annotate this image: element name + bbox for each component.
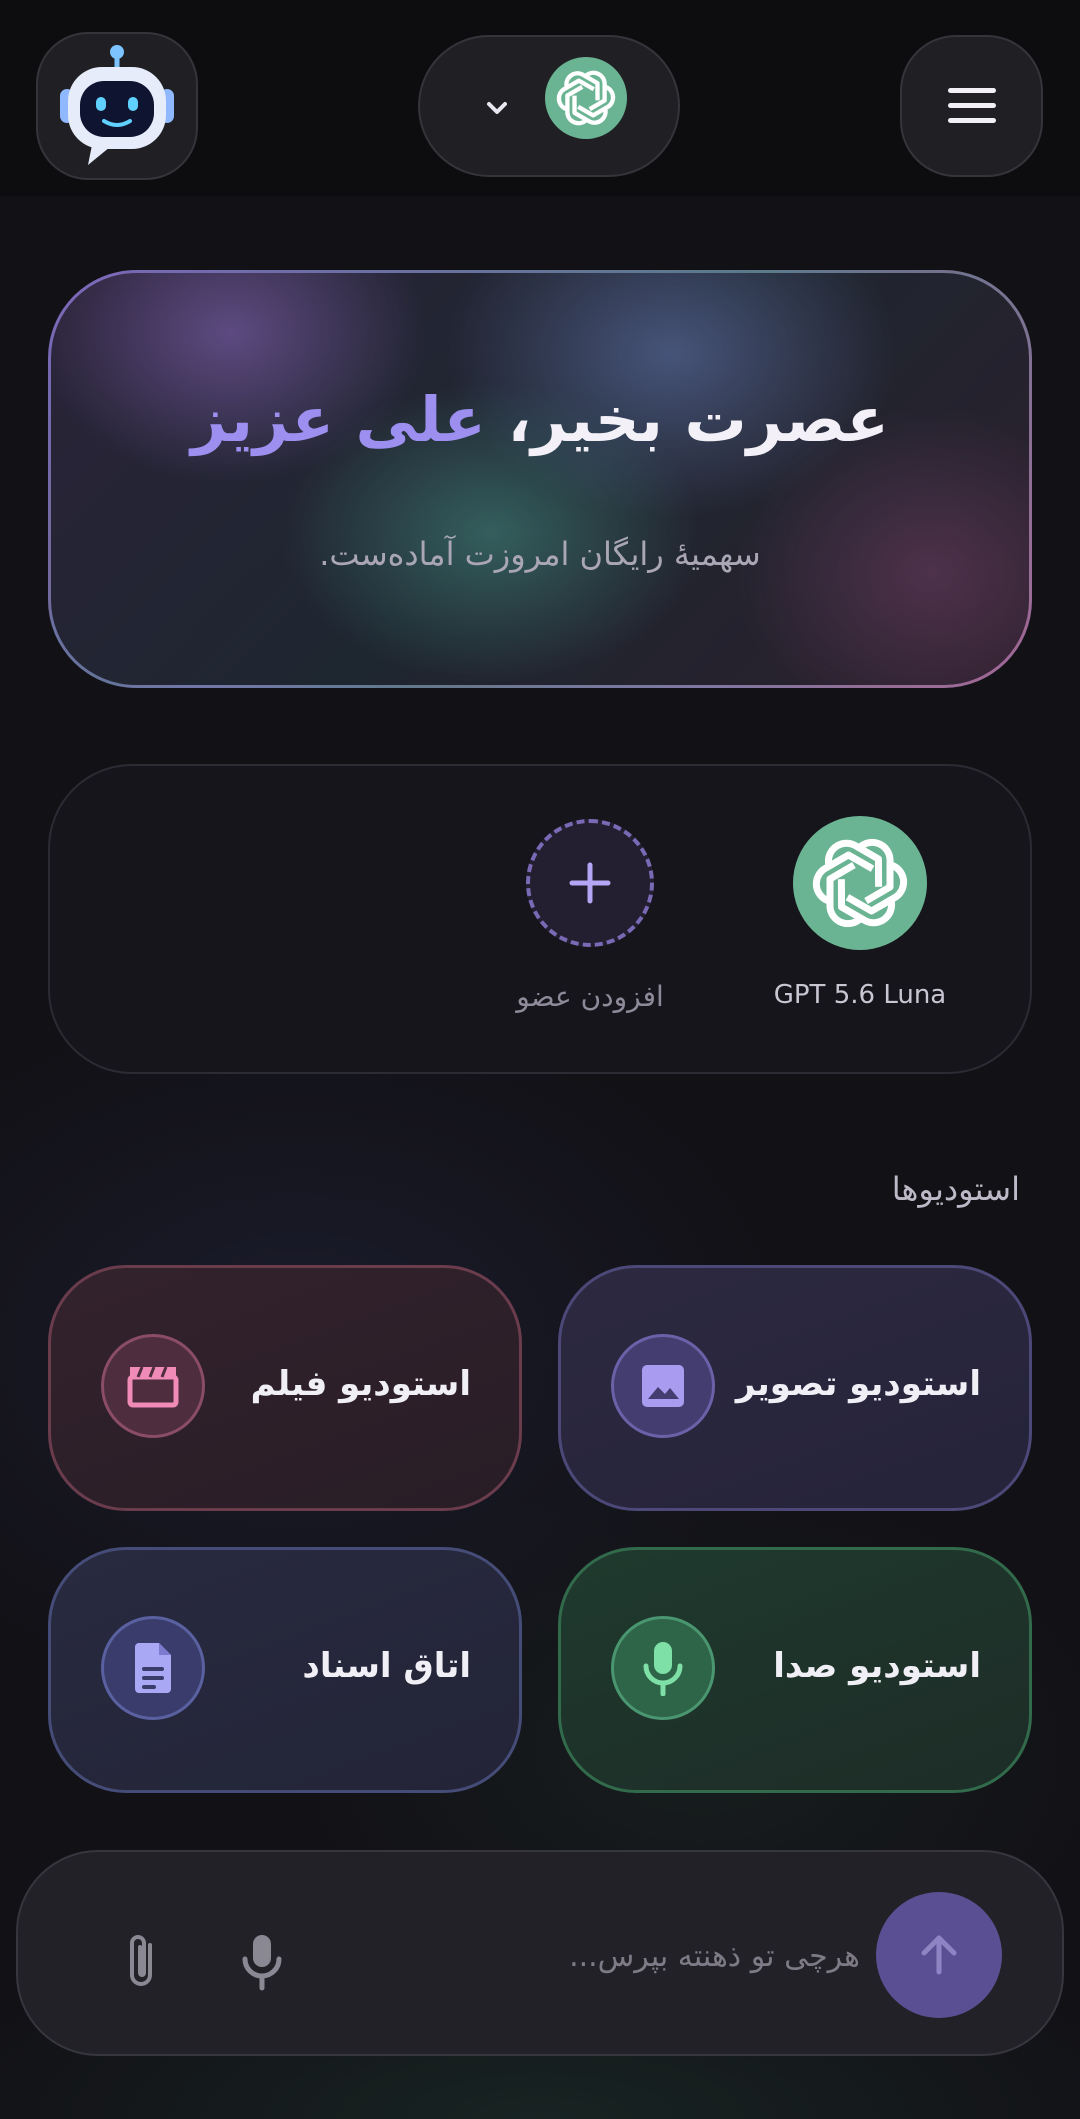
robot-icon bbox=[60, 45, 174, 165]
add-member-button[interactable]: افزودن عضو bbox=[440, 816, 740, 1013]
bot-avatar-button[interactable] bbox=[36, 32, 198, 180]
greeting-subtitle: سهمیهٔ رایگان امروزت آماده‌ست. bbox=[319, 535, 761, 573]
greeting-card: عصرت بخیر، علی عزیز سهمیهٔ رایگان امروزت… bbox=[48, 270, 1032, 688]
studio-voice-label: استودیو صدا bbox=[773, 1646, 981, 1686]
user-name: علی عزیز bbox=[191, 383, 486, 456]
studio-film-label: استودیو فیلم bbox=[250, 1364, 471, 1404]
add-member-label: افزودن عضو bbox=[516, 980, 664, 1013]
arrow-up-icon bbox=[921, 1935, 957, 1975]
openai-logo-icon bbox=[812, 838, 908, 928]
chat-composer bbox=[16, 1850, 1064, 2056]
microphone-icon bbox=[643, 1642, 683, 1696]
menu-button[interactable] bbox=[900, 35, 1043, 177]
studio-docs-icon-circle bbox=[101, 1616, 205, 1720]
studio-voice-card[interactable]: استودیو صدا bbox=[558, 1547, 1032, 1793]
message-input[interactable] bbox=[268, 1930, 862, 1982]
openai-logo-icon bbox=[556, 70, 616, 126]
add-member-circle bbox=[526, 819, 654, 947]
greeting-text: عصرت بخیر، bbox=[507, 383, 889, 456]
model-selector-button[interactable] bbox=[418, 35, 680, 177]
studio-film-icon-circle bbox=[101, 1334, 205, 1438]
member-avatar bbox=[793, 816, 927, 950]
chevron-down-icon bbox=[487, 102, 507, 114]
image-icon bbox=[642, 1365, 684, 1407]
greeting-title: عصرت بخیر، علی عزیز bbox=[51, 383, 1029, 456]
studio-image-icon-circle bbox=[611, 1334, 715, 1438]
member-gpt[interactable]: GPT 5.6 Luna bbox=[710, 816, 1010, 1010]
member-label: GPT 5.6 Luna bbox=[773, 980, 947, 1010]
document-icon bbox=[135, 1643, 171, 1693]
studio-film-card[interactable]: استودیو فیلم bbox=[48, 1265, 522, 1511]
studio-docs-label: اتاق اسناد bbox=[302, 1646, 471, 1686]
attach-button[interactable] bbox=[102, 1922, 182, 2002]
studios-section-title: استودیوها bbox=[891, 1170, 1020, 1208]
clapperboard-icon bbox=[127, 1366, 179, 1408]
model-avatar bbox=[545, 57, 627, 139]
members-card: GPT 5.6 Luna افزودن عضو bbox=[48, 764, 1032, 1074]
studio-voice-icon-circle bbox=[611, 1616, 715, 1720]
top-bar bbox=[0, 0, 1080, 196]
studio-image-label: استودیو تصویر bbox=[735, 1364, 981, 1404]
studio-image-card[interactable]: استودیو تصویر bbox=[558, 1265, 1032, 1511]
studio-docs-card[interactable]: اتاق اسناد bbox=[48, 1547, 522, 1793]
paperclip-icon bbox=[130, 1935, 152, 1986]
plus-icon bbox=[569, 862, 611, 904]
send-button[interactable] bbox=[876, 1892, 1002, 2018]
hamburger-menu-icon bbox=[947, 88, 996, 123]
